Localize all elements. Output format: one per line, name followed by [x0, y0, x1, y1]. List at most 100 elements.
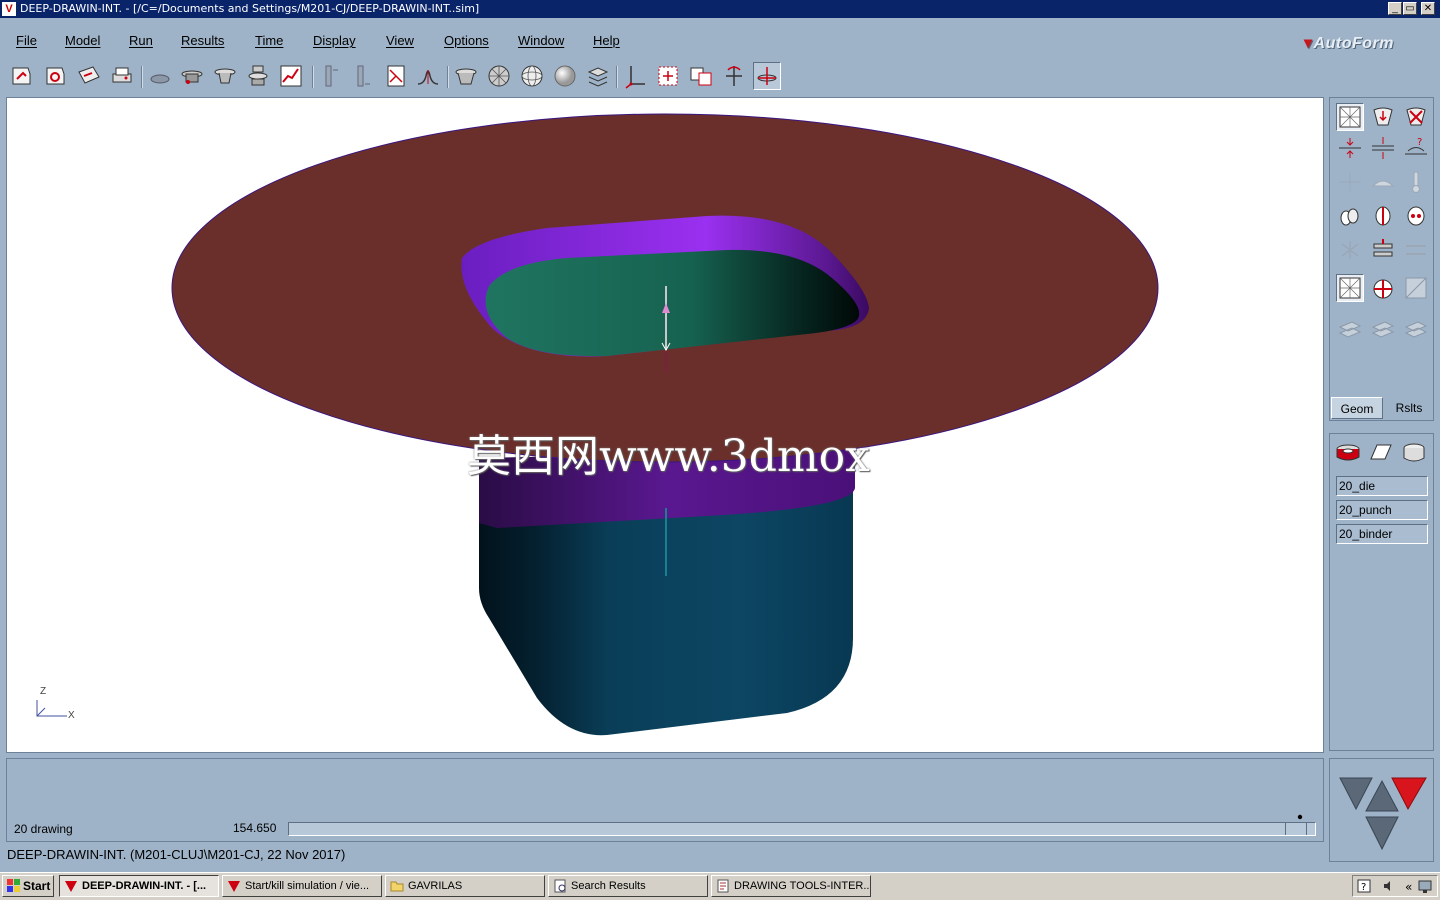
- tab-geom[interactable]: Geom: [1331, 397, 1383, 419]
- save-sim-icon[interactable]: [42, 62, 70, 90]
- zoom-box-icon[interactable]: [687, 62, 715, 90]
- restore-button[interactable]: ▭: [1403, 2, 1417, 15]
- status-line: DEEP-DRAWIN-INT. (M201-CLUJ\M201-CJ, 22 …: [7, 847, 346, 862]
- binder-icon[interactable]: [211, 62, 239, 90]
- tool-down-icon[interactable]: [1369, 103, 1397, 131]
- nav-down-arrow-icon[interactable]: [1365, 816, 1399, 851]
- cylinder-tool-icon[interactable]: [1400, 439, 1428, 467]
- menu-window[interactable]: Window: [518, 33, 564, 48]
- toolbar-separator: [447, 66, 449, 88]
- section-x-icon[interactable]: [318, 62, 346, 90]
- close-button[interactable]: ✕: [1421, 2, 1435, 15]
- blank-remove-icon[interactable]: [1402, 202, 1430, 230]
- blank-icon[interactable]: [1336, 202, 1364, 230]
- curve-icon[interactable]: [277, 62, 305, 90]
- tray-icons: ? «: [1357, 879, 1432, 894]
- help-icon[interactable]: ?: [1357, 879, 1371, 893]
- start-button[interactable]: Start: [2, 875, 54, 897]
- axis-icon[interactable]: [621, 62, 649, 90]
- tool-field-binder[interactable]: 20_binder: [1336, 524, 1428, 544]
- minimize-button[interactable]: _: [1388, 2, 1402, 15]
- mesh-icon[interactable]: [485, 62, 513, 90]
- wire-sphere-icon[interactable]: [518, 62, 546, 90]
- thermometer-icon[interactable]: [1402, 168, 1430, 196]
- import-geom-icon[interactable]: [75, 62, 103, 90]
- windows-logo-icon: [7, 879, 20, 892]
- taskbar-item-search-results[interactable]: Search Results: [548, 875, 708, 897]
- layer-a-icon[interactable]: [1336, 316, 1364, 344]
- print-icon[interactable]: [108, 62, 136, 90]
- rotate-icon[interactable]: [720, 62, 748, 90]
- svg-text:?: ?: [1361, 882, 1366, 893]
- element-mesh-icon[interactable]: [1336, 274, 1364, 302]
- fit-view-icon[interactable]: [654, 62, 682, 90]
- logo-text: AutoForm: [1313, 35, 1394, 52]
- menu-time[interactable]: Time: [255, 33, 283, 48]
- tool-field-die[interactable]: 20_die: [1336, 476, 1428, 496]
- surface-grid-icon[interactable]: [1402, 274, 1430, 302]
- nav-up-arrow-icon[interactable]: [1365, 779, 1399, 812]
- layer-b-icon[interactable]: [1369, 316, 1397, 344]
- sheet-tool-icon[interactable]: [1367, 439, 1395, 467]
- punch-stack-icon[interactable]: [244, 62, 272, 90]
- taskbar: Start DEEP-DRAWIN-INT. - [... Start/kill…: [0, 872, 1440, 900]
- taskbar-item-deep-drawin[interactable]: DEEP-DRAWIN-INT. - [...: [59, 875, 219, 897]
- menu-help[interactable]: Help: [593, 33, 620, 48]
- die-icon[interactable]: [178, 62, 206, 90]
- folder-icon: [390, 881, 404, 892]
- clamp-icon[interactable]: [1369, 236, 1397, 264]
- spring-icon[interactable]: [1336, 236, 1364, 264]
- autoform-app-icon[interactable]: V: [2, 2, 16, 16]
- taskbar-item-gavrilas[interactable]: GAVRILAS: [385, 875, 545, 897]
- navigation-panel: [1329, 758, 1434, 862]
- menu-options[interactable]: Options: [444, 33, 489, 48]
- pan-view-icon[interactable]: [753, 62, 781, 90]
- tool-close-icon[interactable]: [1402, 103, 1430, 131]
- network-icon[interactable]: [1418, 880, 1432, 893]
- target-icon[interactable]: [1369, 274, 1397, 302]
- die-tool-icon[interactable]: [1334, 439, 1362, 467]
- tool-setup-icon[interactable]: [146, 62, 174, 90]
- solid-sphere-icon[interactable]: [551, 62, 579, 90]
- align-icon[interactable]: [1402, 236, 1430, 264]
- time-slider-thumb[interactable]: [1285, 823, 1307, 835]
- mesh-view-icon[interactable]: [1336, 103, 1364, 131]
- gap-question-icon[interactable]: ?: [1402, 134, 1430, 162]
- nav-right-arrow-icon[interactable]: [1391, 777, 1427, 811]
- menu-view[interactable]: View: [386, 33, 414, 48]
- blank-cut-icon[interactable]: [1369, 202, 1397, 230]
- 3d-viewport[interactable]: 莫西网www.3dmox Z X: [6, 97, 1324, 753]
- start-label: Start: [23, 879, 51, 893]
- menu-results[interactable]: Results: [181, 33, 224, 48]
- shaded-tool-icon[interactable]: [452, 62, 480, 90]
- distribution-icon[interactable]: [414, 62, 442, 90]
- toolbar-separator: [616, 66, 618, 88]
- toolbar-separator: [141, 66, 143, 88]
- tab-rslts[interactable]: Rslts: [1385, 397, 1433, 419]
- taskbar-item-start-kill[interactable]: Start/kill simulation / vie...: [222, 875, 382, 897]
- menu-file[interactable]: File: [16, 33, 37, 48]
- flc-icon[interactable]: [382, 62, 410, 90]
- nav-left-arrow-icon[interactable]: [1339, 777, 1373, 811]
- watermark-text: 莫西网www.3dmox: [467, 431, 870, 482]
- drawbead-icon[interactable]: [1336, 168, 1364, 196]
- gap-icon[interactable]: [1336, 134, 1364, 162]
- expand-tray-icon[interactable]: «: [1405, 880, 1412, 894]
- layers-icon[interactable]: [584, 62, 612, 90]
- axis-z-label: Z: [40, 686, 47, 697]
- svg-text:?: ?: [1417, 137, 1422, 148]
- open-sim-icon[interactable]: [8, 62, 36, 90]
- taskbar-item-drawing-tools[interactable]: DRAWING TOOLS-INTER...: [711, 875, 871, 897]
- tools-panel: 20_die 20_punch 20_binder: [1329, 433, 1434, 751]
- gap-split-icon[interactable]: [1369, 134, 1397, 162]
- section-y-icon[interactable]: [350, 62, 378, 90]
- layer-c-icon[interactable]: [1402, 316, 1430, 344]
- time-slider[interactable]: [288, 822, 1316, 836]
- tool-field-punch[interactable]: 20_punch: [1336, 500, 1428, 520]
- menu-run[interactable]: Run: [129, 33, 153, 48]
- menu-display[interactable]: Display: [313, 33, 356, 48]
- menu-model[interactable]: Model: [65, 33, 100, 48]
- title-bar: V DEEP-DRAWIN-INT. - [/C=/Documents and …: [0, 0, 1440, 18]
- speaker-icon[interactable]: [1384, 881, 1390, 891]
- surface-icon[interactable]: [1369, 168, 1397, 196]
